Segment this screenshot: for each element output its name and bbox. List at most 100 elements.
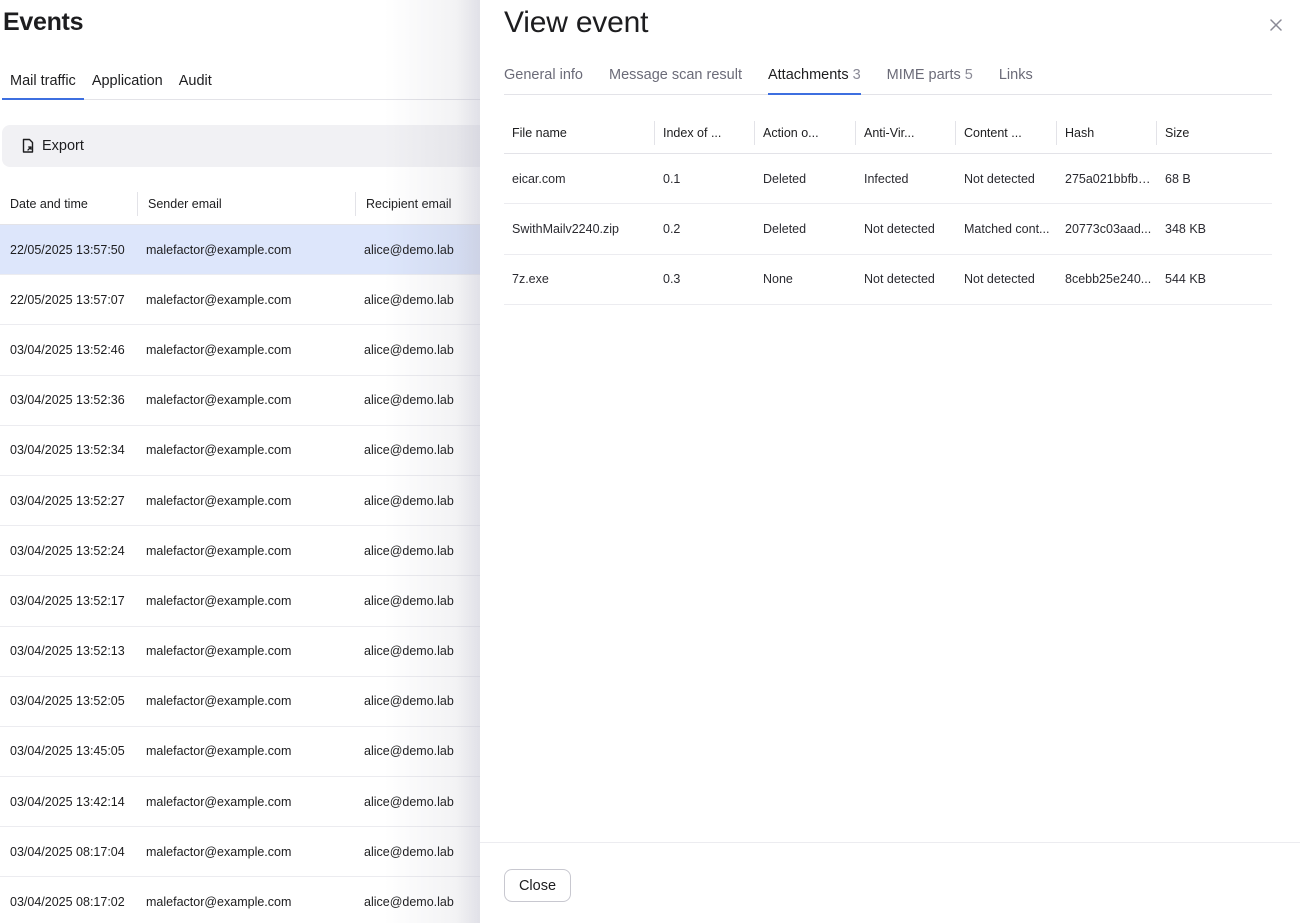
events-tabs: Mail traffic Application Audit <box>2 70 480 100</box>
cell-sender-email: malefactor@example.com <box>146 844 292 859</box>
page-title: Events <box>3 8 84 36</box>
cell-sender-email: malefactor@example.com <box>146 543 292 558</box>
tab-audit[interactable]: Audit <box>171 70 220 100</box>
table-row[interactable]: 03/04/2025 13:52:34 malefactor@example.co… <box>0 426 480 476</box>
table-row[interactable]: 03/04/2025 13:52:05 malefactor@example.co… <box>0 677 480 727</box>
tab-mail-traffic[interactable]: Mail traffic <box>2 70 84 100</box>
column-date-time[interactable]: Date and time <box>0 191 138 216</box>
cell-content: Matched cont... <box>964 221 1050 236</box>
table-row[interactable]: 03/04/2025 13:52:24 malefactor@example.co… <box>0 526 480 577</box>
events-table-header: Date and time Sender email Recipient ema… <box>0 183 480 225</box>
cell-hash: 8cebb25e240... <box>1065 272 1152 287</box>
cell-file-name: SwithMailv2240.zip <box>512 221 619 236</box>
cell-date-time: 03/04/2025 13:52:34 <box>10 443 125 458</box>
cell-date-time: 03/04/2025 13:42:14 <box>10 794 125 809</box>
column-action[interactable]: Action o... <box>755 121 856 145</box>
tab-label: General info <box>504 67 583 83</box>
cell-index: 0.3 <box>663 272 681 287</box>
cell-index: 0.1 <box>663 171 681 186</box>
cell-hash: 20773c03aad... <box>1065 221 1152 236</box>
cell-anti-virus: Not detected <box>864 272 935 287</box>
cell-date-time: 03/04/2025 13:45:05 <box>10 744 125 759</box>
tab-links[interactable]: Links <box>999 64 1033 95</box>
cell-sender-email: malefactor@example.com <box>146 493 292 508</box>
attachments-table-body: eicar.com 0.1 Deleted Infected Not detected 2… <box>504 154 1272 305</box>
cell-sender-email: malefactor@example.com <box>146 794 292 809</box>
cell-file-name: 7z.exe <box>512 272 549 287</box>
column-content[interactable]: Content ... <box>956 121 1057 145</box>
cell-sender-email: malefactor@example.com <box>146 644 292 659</box>
tab-count: 5 <box>964 67 973 83</box>
events-page: Events Mail traffic Application Audit Ex… <box>0 0 480 923</box>
export-label: Export <box>42 138 84 154</box>
tab-application[interactable]: Application <box>84 70 171 100</box>
table-row[interactable]: 03/04/2025 13:52:36 malefactor@example.co… <box>0 376 480 426</box>
cell-sender-email: malefactor@example.com <box>146 443 292 458</box>
table-row[interactable]: 03/04/2025 13:45:05 malefactor@example.co… <box>0 727 480 778</box>
column-sender-email[interactable]: Sender email <box>138 191 356 216</box>
table-row[interactable]: 22/05/2025 13:57:50 malefactor@example.co… <box>0 225 480 276</box>
tab-count: 3 <box>852 67 861 83</box>
table-row[interactable]: 03/04/2025 13:52:17 malefactor@example.co… <box>0 576 480 627</box>
column-size[interactable]: Size <box>1157 121 1272 145</box>
column-anti-virus[interactable]: Anti-Vir... <box>856 121 956 145</box>
table-row[interactable]: 22/05/2025 13:57:07 malefactor@example.co… <box>0 275 480 326</box>
cell-date-time: 03/04/2025 13:52:17 <box>10 593 125 608</box>
export-button[interactable]: Export <box>20 138 84 154</box>
table-row[interactable]: 03/04/2025 13:52:13 malefactor@example.co… <box>0 627 480 677</box>
close-icon[interactable] <box>1266 15 1286 35</box>
cell-date-time: 03/04/2025 08:17:02 <box>10 895 125 910</box>
column-file-name[interactable]: File name <box>504 121 655 145</box>
tab-general-info[interactable]: General info <box>504 64 583 95</box>
cell-size: 68 B <box>1165 171 1191 186</box>
cell-action: None <box>763 272 793 287</box>
drawer-title: View event <box>504 6 649 39</box>
view-event-drawer: View event General info Message scan res… <box>480 0 1300 923</box>
events-toolbar: Export <box>2 125 480 167</box>
cell-sender-email: malefactor@example.com <box>146 342 292 357</box>
cell-file-name: eicar.com <box>512 171 566 186</box>
tab-label: Links <box>998 67 1033 83</box>
tab-mime-parts[interactable]: MIME parts 5 <box>887 64 973 95</box>
cell-hash: 275a021bbfb6... <box>1065 171 1156 186</box>
drawer-tabs: General info Message scan result Attachm… <box>504 64 1272 95</box>
cell-action: Deleted <box>763 221 807 236</box>
attachment-row[interactable]: 7z.exe 0.3 None Not detected Not detected 8ce… <box>504 255 1272 305</box>
cell-anti-virus: Infected <box>864 171 909 186</box>
table-row[interactable]: 03/04/2025 08:17:02 malefactor@example.co… <box>0 877 480 923</box>
tab-label: Attachments <box>767 67 849 83</box>
cell-size: 348 KB <box>1165 221 1207 236</box>
tab-label: Message scan result <box>609 67 742 83</box>
table-row[interactable]: 03/04/2025 13:52:27 malefactor@example.co… <box>0 476 480 527</box>
drawer-shadow <box>456 0 480 923</box>
cell-anti-virus: Not detected <box>864 221 935 236</box>
table-row[interactable]: 03/04/2025 08:17:04 malefactor@example.co… <box>0 827 480 878</box>
tab-label: MIME parts <box>886 67 961 83</box>
table-row[interactable]: 03/04/2025 13:42:14 malefactor@example.co… <box>0 777 480 828</box>
attachment-row[interactable]: SwithMailv2240.zip 0.2 Deleted Not detected… <box>504 204 1272 255</box>
attachments-table-header: File name Index of ... Action o... Anti-… <box>504 113 1272 154</box>
cell-date-time: 03/04/2025 13:52:36 <box>10 393 125 408</box>
events-table: Date and time Sender email Recipient ema… <box>0 183 480 923</box>
cell-sender-email: malefactor@example.com <box>146 393 292 408</box>
tab-message-scan-result[interactable]: Message scan result <box>609 64 742 95</box>
cell-sender-email: malefactor@example.com <box>146 744 292 759</box>
close-button[interactable]: Close <box>504 869 571 902</box>
cell-sender-email: malefactor@example.com <box>146 242 292 257</box>
cell-index: 0.2 <box>663 221 681 236</box>
cell-date-time: 03/04/2025 13:52:46 <box>10 342 125 357</box>
cell-sender-email: malefactor@example.com <box>146 895 292 910</box>
cell-date-time: 03/04/2025 08:17:04 <box>10 844 125 859</box>
column-hash[interactable]: Hash <box>1057 121 1157 145</box>
file-export-icon <box>22 138 34 153</box>
table-row[interactable]: 03/04/2025 13:52:46 malefactor@example.co… <box>0 325 480 376</box>
events-table-body: 22/05/2025 13:57:50 malefactor@example.co… <box>0 225 480 923</box>
tab-attachments[interactable]: Attachments 3 <box>767 64 861 95</box>
attachment-row[interactable]: eicar.com 0.1 Deleted Infected Not detected 2… <box>504 154 1272 205</box>
cell-size: 544 KB <box>1165 272 1207 287</box>
column-index[interactable]: Index of ... <box>655 121 755 145</box>
cell-action: Deleted <box>763 171 807 186</box>
cell-content: Not detected <box>964 171 1035 186</box>
cell-date-time: 03/04/2025 13:52:24 <box>10 543 125 558</box>
cell-date-time: 22/05/2025 13:57:50 <box>10 242 125 257</box>
